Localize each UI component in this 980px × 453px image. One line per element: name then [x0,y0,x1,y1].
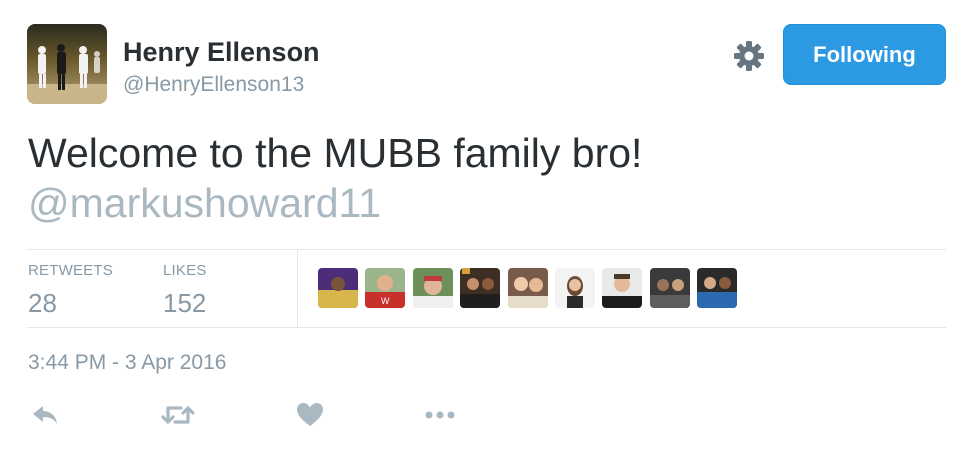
likes-count: 152 [163,288,207,318]
mention-link[interactable]: @markushoward11 [28,178,958,228]
liker-avatar-icon[interactable] [602,268,642,308]
author-handle[interactable]: @HenryEllenson13 [123,71,304,99]
liker-avatar-icon[interactable] [555,268,595,308]
retweet-icon[interactable] [161,400,195,432]
tweet-text-line: Welcome to the MUBB family bro! [28,130,643,176]
retweets-label: RETWEETS [28,262,113,279]
liker-avatar-icon[interactable] [460,268,500,308]
stats-separator [297,250,298,327]
liker-avatar-icon[interactable] [508,268,548,308]
more-dots-icon[interactable] [424,400,458,432]
tweet-timestamp[interactable]: 3:44 PM - 3 Apr 2016 [28,349,226,377]
reply-icon[interactable] [30,400,60,432]
author-avatar[interactable] [27,24,107,104]
divider [27,327,946,328]
following-button[interactable]: Following [783,24,946,85]
retweets-count: 28 [28,288,57,318]
retweets-stat[interactable]: RETWEETS 28 [28,262,113,320]
liker-avatar-icon[interactable]: W [365,268,405,308]
like-heart-icon[interactable] [295,400,325,432]
likes-label: LIKES [163,262,207,279]
author-name[interactable]: Henry Ellenson [123,34,320,70]
profile-photo-basketball-icon [27,24,107,104]
gear-icon[interactable] [731,38,767,74]
liker-avatar-icon[interactable] [413,268,453,308]
likes-stat[interactable]: LIKES 152 [163,262,207,320]
svg-text:W: W [381,296,390,306]
divider [27,249,946,250]
tweet-text: Welcome to the MUBB family bro! @markush… [28,128,958,228]
liker-avatar-icon[interactable] [318,268,358,308]
liker-avatar-icon[interactable] [697,268,737,308]
liker-avatar-icon[interactable] [650,268,690,308]
